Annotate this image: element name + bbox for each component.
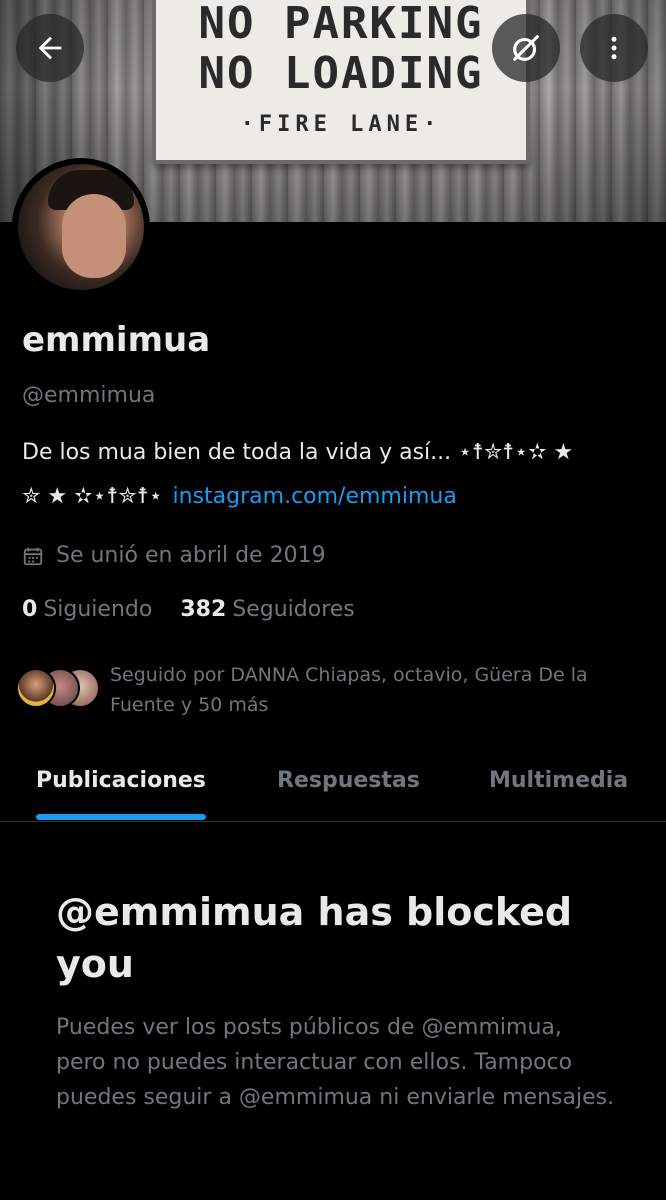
followed-by[interactable]: Seguido por DANNA Chiapas, octavio, Güer… [16,664,646,720]
blocked-message: Puedes ver los posts públicos de @emmimu… [56,1015,615,1110]
following-link[interactable]: 0 Siguiendo [22,597,152,622]
avatar[interactable] [12,158,150,296]
profile-tabs: Publicaciones Respuestas Multimedia [0,750,666,822]
bio-symbols: ✮ ★ ✫⋆☨✮☨⋆ [22,484,163,509]
joined-text: Se unió en abril de 2019 [56,543,326,568]
avatar-image [18,164,144,290]
grok-button[interactable] [492,14,560,82]
arrow-left-icon [38,36,62,60]
followers-count: 382 [180,597,227,622]
mini-avatar [16,668,56,708]
active-tab-indicator [36,814,206,820]
blocked-title: @emmimua has blocked you [56,890,573,986]
tab-media[interactable]: Multimedia [489,768,628,793]
joined-date: Se unió en abril de 2019 [22,543,326,568]
following-label: Siguiendo [43,597,153,622]
banner-sign: NO PARKING NO LOADING ·FIRE LANE· [152,0,530,164]
following-count: 0 [22,597,38,622]
sign-line-3: ·FIRE LANE· [240,112,442,137]
grok-icon [513,35,539,61]
back-button[interactable] [16,14,84,82]
bio-line-1: De los mua bien de toda la vida y así...… [22,440,574,465]
followed-by-text: Seguido por DANNA Chiapas, octavio, Güer… [110,664,588,716]
followed-by-avatars [16,664,100,708]
followers-label: Seguidores [232,597,355,622]
sign-line-1: NO PARKING [198,0,484,49]
more-vertical-icon [611,36,617,60]
calendar-icon [23,547,43,565]
tab-replies[interactable]: Respuestas [277,768,420,793]
sign-line-2: NO LOADING [198,48,484,99]
more-options-button[interactable] [580,14,648,82]
followers-link[interactable]: 382 Seguidores [180,597,354,622]
follow-stats: 0 Siguiendo 382 Seguidores [22,597,355,622]
display-name: emmimua [22,320,211,360]
bio-link[interactable]: instagram.com/emmimua [173,484,457,509]
tab-posts[interactable]: Publicaciones [36,768,206,793]
bio-line-2: ✮ ★ ✫⋆☨✮☨⋆ instagram.com/emmimua [22,484,457,509]
handle: @emmimua [22,383,156,408]
